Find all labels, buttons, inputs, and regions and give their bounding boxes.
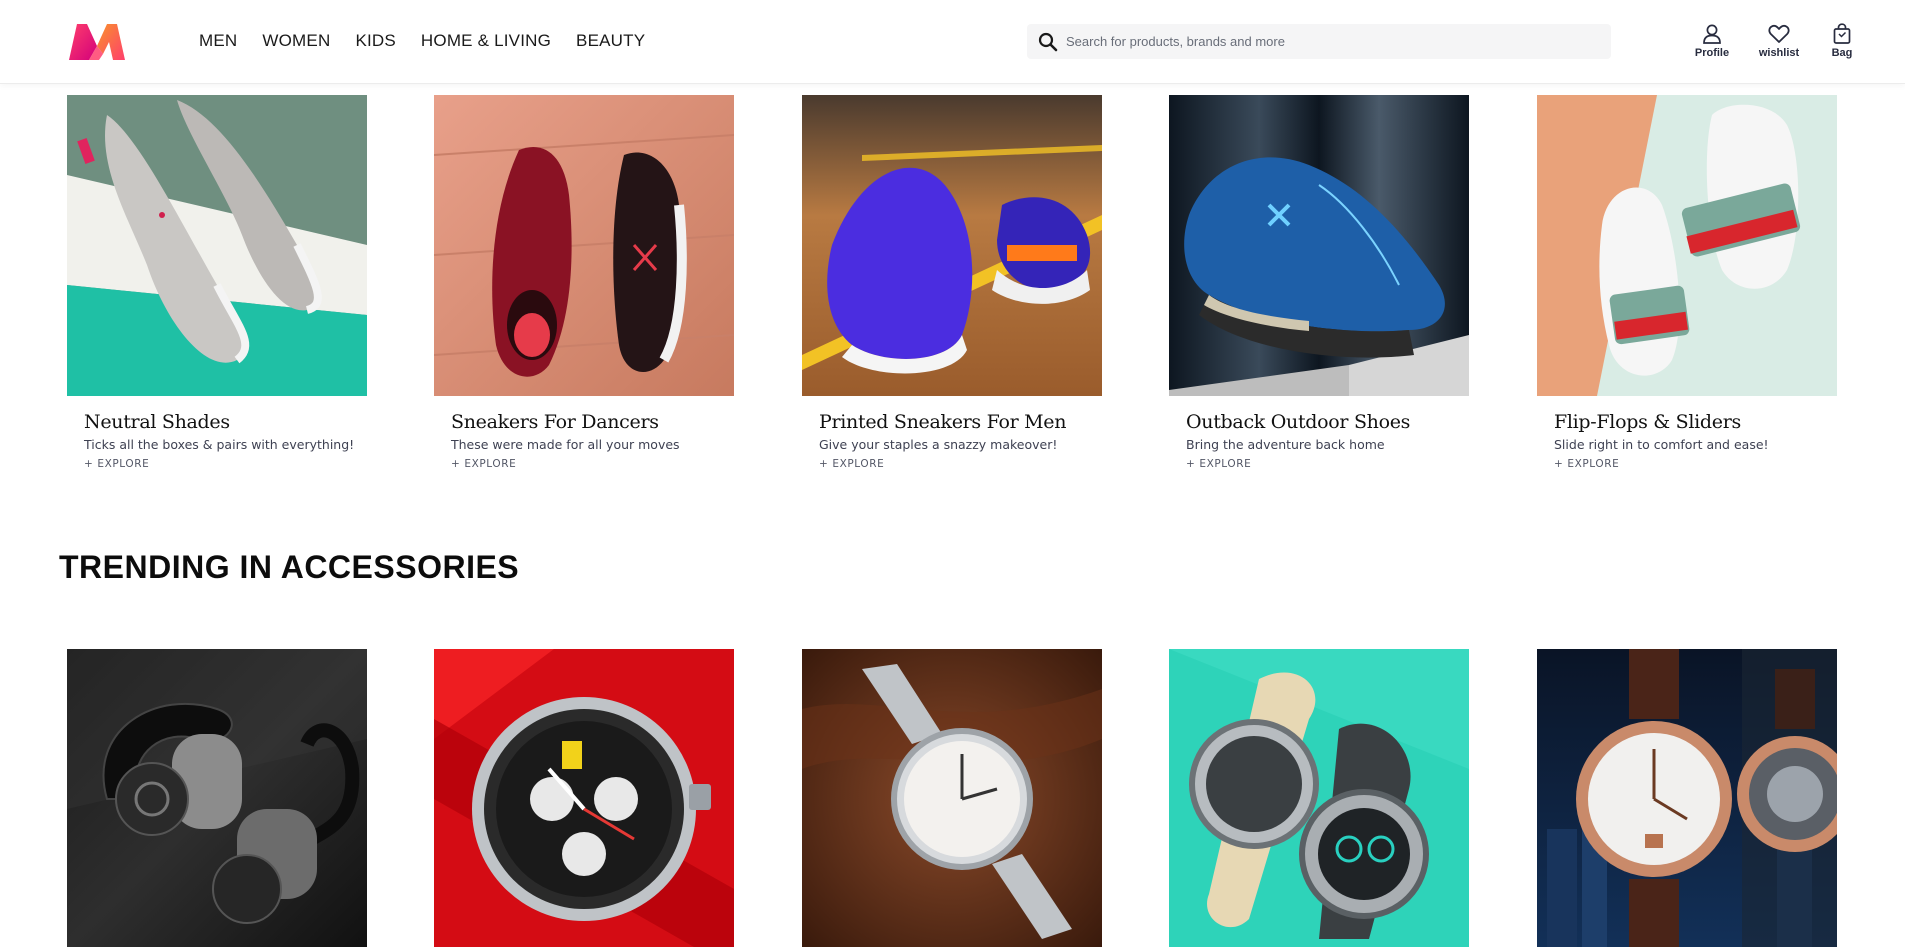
printed-sneakers-image [802,95,1102,396]
outback-shoes-image [1169,95,1469,396]
bag-label: Bag [1831,47,1853,59]
card-subtitle: Ticks all the boxes & pairs with everyth… [84,437,355,452]
footwear-card-flip-flops-sliders[interactable]: Flip-Flops & Sliders Slide right in to c… [1537,95,1837,470]
search-icon[interactable] [1030,24,1066,59]
card-subtitle: These were made for all your moves [451,437,680,452]
accessory-tile-earbuds[interactable] [67,649,367,947]
accessory-tile-tissot-watch[interactable] [1537,649,1837,947]
site-header: MEN WOMEN KIDS HOME & LIVING BEAUTY Prof… [0,0,1905,84]
section-title-accessories: TRENDING IN ACCESSORIES [59,549,520,585]
nav-kids[interactable]: KIDS [355,31,395,51]
explore-link[interactable]: + EXPLORE [819,458,1102,470]
wishlist-button[interactable]: wishlist [1749,21,1809,65]
explore-link[interactable]: + EXPLORE [1554,458,1837,470]
card-subtitle: Bring the adventure back home [1186,437,1385,452]
card-title: Printed Sneakers For Men [819,411,1067,433]
bag-icon [1832,21,1852,47]
neutral-shades-image [67,95,367,396]
explore-link[interactable]: + EXPLORE [451,458,734,470]
footwear-card-outback-outdoor[interactable]: Outback Outdoor Shoes Bring the adventur… [1169,95,1469,470]
myntra-logo-icon[interactable] [67,20,127,62]
profile-icon [1702,21,1722,47]
accessory-tile-twin-watches[interactable] [1169,649,1469,947]
nav-beauty[interactable]: BEAUTY [576,31,645,51]
card-title: Sneakers For Dancers [451,411,659,433]
nav-men[interactable]: MEN [199,31,237,51]
card-title: Outback Outdoor Shoes [1186,411,1411,433]
profile-button[interactable]: Profile [1690,21,1734,65]
bag-button[interactable]: Bag [1822,21,1862,65]
footwear-card-printed-sneakers[interactable]: Printed Sneakers For Men Give your stapl… [802,95,1102,470]
card-subtitle: Give your staples a snazzy makeover! [819,437,1058,452]
explore-link[interactable]: + EXPLORE [1186,458,1469,470]
nav-home-living[interactable]: HOME & LIVING [421,31,551,51]
heart-icon [1768,21,1790,47]
card-title: Flip-Flops & Sliders [1554,411,1741,433]
footwear-card-sneakers-for-dancers[interactable]: Sneakers For Dancers These were made for… [434,95,734,470]
profile-label: Profile [1694,47,1730,59]
card-subtitle: Slide right in to comfort and ease! [1554,437,1769,452]
header-actions: Profile wishlist Bag [1690,21,1862,65]
sneakers-dancers-image [434,95,734,396]
explore-link[interactable]: + EXPLORE [84,458,367,470]
main-nav: MEN WOMEN KIDS HOME & LIVING BEAUTY [199,31,670,51]
card-title: Neutral Shades [84,411,230,433]
accessory-tile-silver-watch[interactable] [802,649,1102,947]
search-input[interactable] [1066,24,1611,59]
footwear-card-neutral-shades[interactable]: Neutral Shades Ticks all the boxes & pai… [67,95,367,470]
accessory-tile-ferrari-watch[interactable] [434,649,734,947]
search-bar [1027,24,1611,59]
wishlist-label: wishlist [1758,47,1800,59]
flip-flops-image [1537,95,1837,396]
nav-women[interactable]: WOMEN [262,31,330,51]
